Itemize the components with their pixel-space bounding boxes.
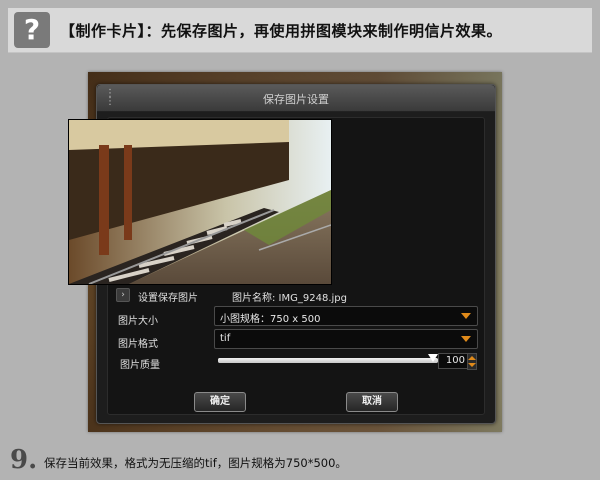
chevron-down-icon xyxy=(461,313,471,319)
image-size-value: 小图规格：750 x 500 xyxy=(220,314,321,325)
stepper-down-icon[interactable] xyxy=(468,363,476,367)
ok-button[interactable]: 确定 xyxy=(194,392,246,412)
quality-slider-thumb[interactable] xyxy=(428,354,438,362)
image-format-value: tif xyxy=(220,333,231,344)
instruction-header: ? 【制作卡片】：先保存图片，再使用拼图模块来制作明信片效果。 xyxy=(8,8,592,53)
instruction-text: 【制作卡片】：先保存图片，再使用拼图模块来制作明信片效果。 xyxy=(60,22,503,40)
file-name-label: 图片名称: IMG_9248.jpg xyxy=(232,293,347,304)
image-format-label: 图片格式 xyxy=(118,339,158,350)
stepper-up-icon[interactable] xyxy=(468,356,476,360)
cancel-button[interactable]: 取消 xyxy=(346,392,398,412)
chevron-down-icon xyxy=(461,336,471,342)
quality-value-field[interactable]: 100 xyxy=(438,353,468,369)
quality-slider-fill xyxy=(218,358,438,363)
preview-image xyxy=(68,119,332,285)
dialog-title: 保存图片设置 xyxy=(263,93,329,106)
image-quality-label: 图片质量 xyxy=(120,360,160,371)
quality-slider[interactable] xyxy=(218,354,438,363)
step-number: 9. xyxy=(10,445,38,475)
question-icon: ? xyxy=(14,12,50,48)
section-expand-arrow-icon[interactable]: › xyxy=(116,288,130,302)
image-format-select[interactable]: tif xyxy=(214,329,478,349)
step-caption: 保存当前效果，格式为无压缩的tif，图片规格为750*500。 xyxy=(44,456,347,470)
save-settings-label: 设置保存图片 xyxy=(138,293,198,304)
quality-stepper[interactable] xyxy=(467,353,477,370)
image-size-select[interactable]: 小图规格：750 x 500 xyxy=(214,306,478,326)
image-size-label: 图片大小 xyxy=(118,316,158,327)
dialog-title-bar[interactable]: ⋮ ⋮ 保存图片设置 xyxy=(97,85,495,112)
